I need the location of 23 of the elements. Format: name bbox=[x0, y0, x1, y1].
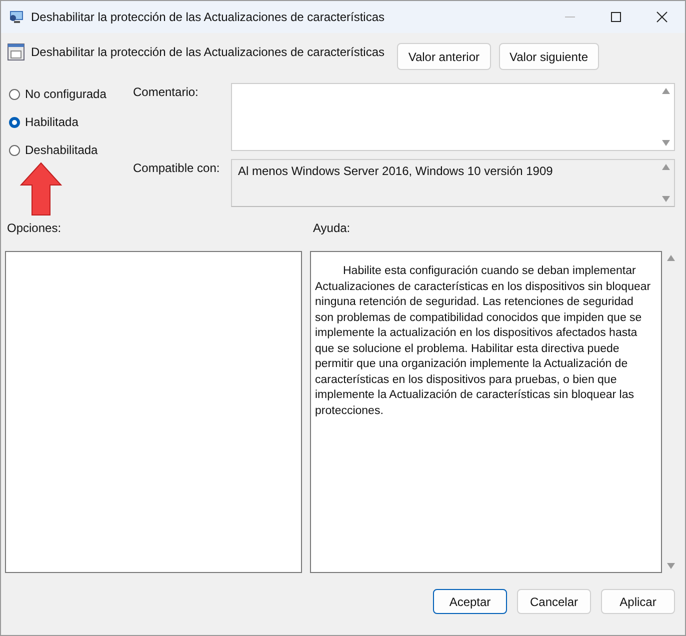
radio-button[interactable] bbox=[9, 88, 20, 100]
help-label: Ayuda: bbox=[313, 221, 350, 237]
help-text: Habilite esta configuración cuando se deban implementar Actualizaciones de características en los dispositivos sin bloquear ninguna retención de seguridad. Las retenciones de seguridad son problemas de compatibilidad conocidos que impiden que se implemente la actualización en los dispositivos afectados hasta que se solucione el problema. Habilitar esta directiva puede permitir que una organización implemente la Actualización de características en los dispositivos para pruebas, o bien que implemente la Actualización de características sin bloquear las protecciones. bbox=[315, 264, 652, 418]
nav-button[interactable]: Valor siguiente bbox=[498, 43, 599, 70]
options-label: Opciones: bbox=[7, 221, 62, 237]
dialog-button[interactable]: Aplicar bbox=[601, 589, 675, 614]
nav-button[interactable]: Valor anterior bbox=[397, 43, 490, 70]
radio-label[interactable]: Deshabilitada bbox=[25, 143, 98, 157]
radio-label[interactable]: Habilitada bbox=[25, 115, 78, 129]
policy-name: Deshabilitar la protección de las Actualizaciones de características bbox=[31, 44, 385, 59]
dialog-button[interactable]: Aceptar bbox=[433, 589, 507, 614]
supported-text: Al menos Windows Server 2016, Windows 10 versión 1909 bbox=[237, 163, 554, 180]
supported-label: Compatible con: bbox=[133, 160, 221, 177]
policy-icon bbox=[7, 43, 25, 61]
radio-button[interactable] bbox=[9, 144, 20, 156]
dialog-button[interactable]: Cancelar bbox=[517, 589, 591, 614]
window-title: Deshabilitar la protección de las Actualizaciones de características bbox=[31, 10, 385, 24]
comment-label: Comentario: bbox=[133, 84, 200, 101]
arrow-annotation bbox=[19, 161, 63, 217]
computer-icon bbox=[9, 9, 25, 25]
comment-field[interactable] bbox=[231, 83, 675, 151]
radio-button[interactable] bbox=[9, 116, 20, 128]
radio-label[interactable]: No configurada bbox=[25, 87, 106, 101]
